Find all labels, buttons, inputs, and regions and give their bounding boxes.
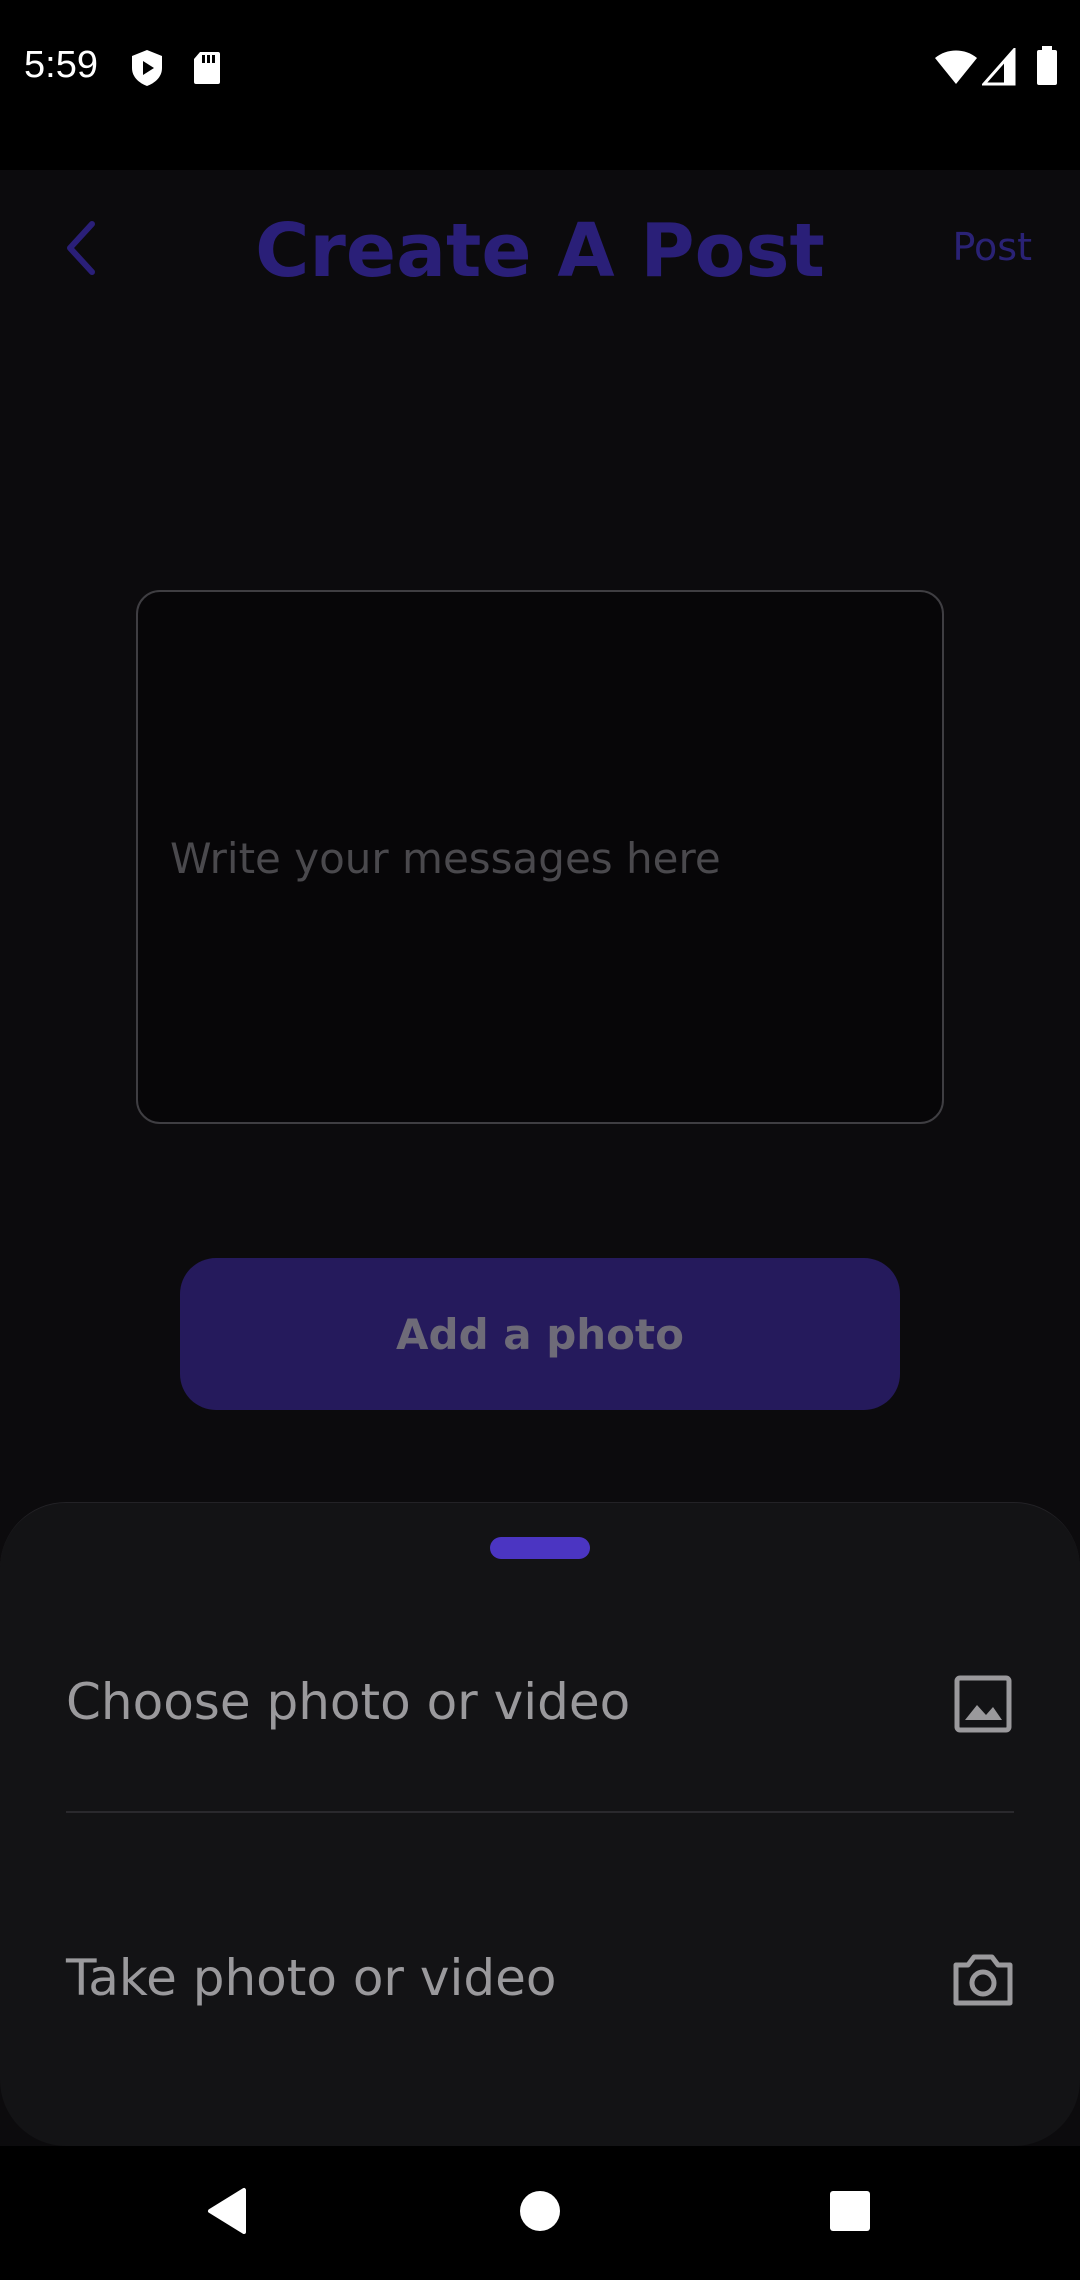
status-bar: 5:59	[0, 0, 1080, 170]
post-button[interactable]: Post	[952, 225, 1032, 269]
home-circle-icon	[518, 2189, 562, 2237]
recents-square-icon	[828, 2189, 872, 2237]
take-photo-option[interactable]: Take photo or video	[0, 1889, 1080, 2069]
signal-icon	[980, 46, 1016, 90]
choose-photo-option[interactable]: Choose photo or video	[0, 1613, 1080, 1793]
status-time: 5:59	[24, 44, 98, 86]
nav-recents-button[interactable]	[790, 2146, 910, 2280]
message-input[interactable]: Write your messages here	[136, 590, 944, 1124]
nav-home-button[interactable]	[480, 2146, 600, 2280]
nav-bar	[0, 2146, 1080, 2280]
bottom-sheet: Choose photo or video Take photo or vide…	[0, 1502, 1080, 2146]
sd-card-icon	[192, 50, 222, 90]
take-photo-label: Take photo or video	[66, 1949, 557, 2007]
battery-icon	[1036, 46, 1058, 90]
message-placeholder: Write your messages here	[170, 834, 721, 883]
back-triangle-icon	[204, 2186, 248, 2240]
app-header: Create A Post Post	[0, 170, 1080, 330]
page-title: Create A Post	[255, 208, 825, 294]
choose-photo-label: Choose photo or video	[66, 1673, 631, 1731]
shield-play-icon	[128, 48, 166, 92]
screen: 5:59 Create A Post Post Write your messa…	[0, 0, 1080, 2280]
drag-handle[interactable]	[490, 1537, 590, 1559]
nav-back-button[interactable]	[166, 2146, 286, 2280]
wifi-icon	[934, 48, 978, 90]
add-photo-button[interactable]: Add a photo	[180, 1258, 900, 1410]
sheet-divider	[66, 1811, 1014, 1813]
camera-icon	[948, 1945, 1018, 2015]
image-icon	[948, 1669, 1018, 1739]
